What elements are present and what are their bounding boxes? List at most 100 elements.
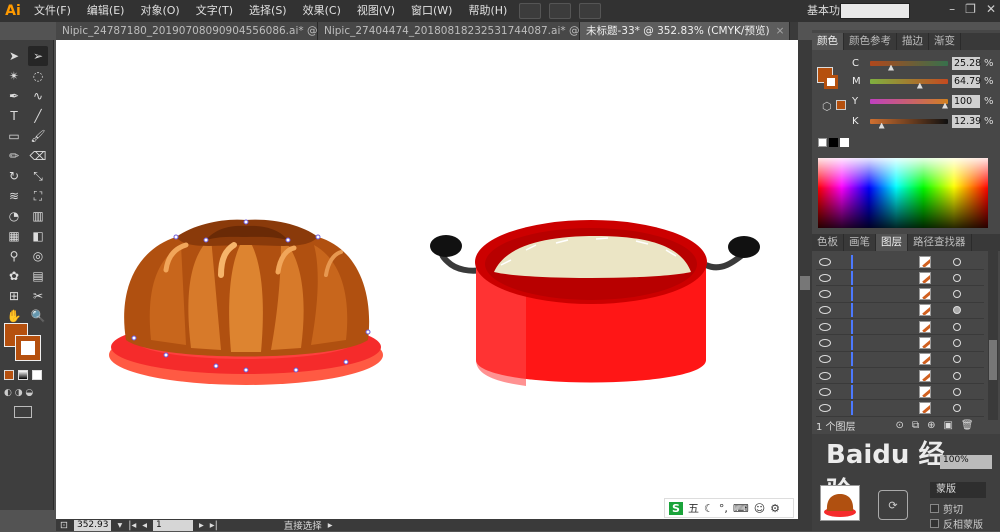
stroke-swatch[interactable] xyxy=(15,335,41,361)
status-menu-icon[interactable]: ▸ xyxy=(328,520,333,531)
first-page-icon[interactable]: |◂ xyxy=(128,520,136,531)
layer-row[interactable] xyxy=(816,352,984,368)
visibility-eye-icon[interactable] xyxy=(819,404,831,413)
artboard-canvas[interactable]: S 五 ☾ °, ⌨ ☺ ⚙ xyxy=(56,40,798,520)
layer-row[interactable] xyxy=(816,254,984,270)
gpu-icon[interactable] xyxy=(579,3,602,19)
mask-thumbnail[interactable] xyxy=(820,485,860,521)
scale-tool-icon[interactable]: ⤡ xyxy=(28,166,48,186)
target-circle-icon[interactable] xyxy=(953,355,961,364)
tab-close-icon[interactable]: × xyxy=(776,22,785,40)
gradient-mode-icon[interactable] xyxy=(18,370,28,380)
color-stroke-swatch[interactable] xyxy=(824,75,838,89)
target-circle-icon[interactable] xyxy=(953,339,961,347)
menu-select[interactable]: 选择(S) xyxy=(241,0,295,22)
menu-file[interactable]: 文件(F) xyxy=(26,0,79,22)
magic-wand-icon[interactable]: ✴ xyxy=(4,66,24,86)
target-circle-icon[interactable] xyxy=(953,371,961,380)
eyedropper-icon[interactable]: ⚲ xyxy=(4,246,24,266)
scrollbar-thumb[interactable] xyxy=(800,276,810,290)
column-graph-icon[interactable]: ▤ xyxy=(28,266,48,286)
visibility-eye-icon[interactable] xyxy=(819,355,831,364)
punctuation-icon[interactable]: °, xyxy=(719,502,728,515)
rectangle-tool-icon[interactable]: ▭ xyxy=(4,126,24,146)
gamut-color-chip[interactable] xyxy=(836,100,846,110)
mesh-tool-icon[interactable]: ▦ xyxy=(4,226,24,246)
tab-gradient[interactable]: 渐变 xyxy=(929,33,961,50)
slider-k[interactable]: K 12.39 % xyxy=(852,114,997,129)
menu-effect[interactable]: 效果(C) xyxy=(295,0,349,22)
prev-page-icon[interactable]: ◂ xyxy=(142,520,147,531)
tab-brushes[interactable]: 画笔 xyxy=(844,234,876,251)
target-circle-icon[interactable] xyxy=(953,273,961,282)
target-circle-icon[interactable] xyxy=(953,322,961,331)
blend-tool-icon[interactable]: ◎ xyxy=(28,246,48,266)
visibility-eye-icon[interactable] xyxy=(819,257,831,266)
none-swatch[interactable] xyxy=(818,138,827,147)
tab-layers[interactable]: 图层 xyxy=(876,234,908,251)
visibility-eye-icon[interactable] xyxy=(819,290,831,299)
rotate-tool-icon[interactable]: ↻ xyxy=(4,166,24,186)
layers-scrollbar[interactable] xyxy=(988,250,998,420)
menu-help[interactable]: 帮助(H) xyxy=(460,0,515,22)
direct-selection-tool-icon[interactable]: ➢ xyxy=(28,46,48,66)
slider-track[interactable] xyxy=(870,118,948,129)
tab-stroke[interactable]: 描边 xyxy=(897,33,929,50)
minimize-button[interactable]: – xyxy=(949,2,955,16)
next-page-icon[interactable]: ▸ xyxy=(199,520,204,531)
ime-toolbar[interactable]: S 五 ☾ °, ⌨ ☺ ⚙ xyxy=(664,498,794,518)
slider-value[interactable]: 12.39 xyxy=(952,114,981,128)
restore-button[interactable]: ❐ xyxy=(965,2,976,16)
slider-thumb[interactable] xyxy=(888,64,894,71)
free-transform-icon[interactable]: ⛶ xyxy=(28,186,48,206)
new-layer-icon[interactable]: ▣ xyxy=(943,420,952,431)
chart-tool-icon[interactable]: ▥ xyxy=(28,206,48,226)
opacity-field[interactable]: 100% xyxy=(940,455,992,469)
visibility-eye-icon[interactable] xyxy=(819,339,831,347)
make-mask-icon[interactable]: ⟳ xyxy=(878,490,908,520)
moon-icon[interactable]: ☾ xyxy=(704,502,714,515)
delete-layer-icon[interactable]: 🗑 xyxy=(961,420,974,431)
user-icon[interactable]: ☺ xyxy=(754,502,765,515)
zoom-field[interactable]: 352.93 xyxy=(73,519,112,531)
vertical-scrollbar[interactable] xyxy=(798,40,812,531)
layer-row[interactable] xyxy=(816,270,984,287)
menu-edit[interactable]: 编辑(E) xyxy=(79,0,133,22)
invert-mask-checkbox[interactable] xyxy=(930,519,939,528)
tab-document-1[interactable]: Nipic_24787180_20190708090904556086.ai* … xyxy=(56,22,318,40)
page-field[interactable]: 1 xyxy=(153,519,194,531)
slider-track[interactable] xyxy=(870,98,948,109)
last-page-icon[interactable]: ▸| xyxy=(210,520,218,531)
lasso-icon[interactable]: ◌ xyxy=(28,66,48,86)
visibility-eye-icon[interactable] xyxy=(819,371,831,380)
paintbrush-icon[interactable]: 🖌 xyxy=(28,126,48,146)
visibility-eye-icon[interactable] xyxy=(819,322,831,331)
layer-row[interactable] xyxy=(816,384,984,401)
target-circle-icon[interactable] xyxy=(953,257,961,266)
slider-track[interactable] xyxy=(870,60,948,71)
slider-thumb[interactable] xyxy=(878,122,885,129)
zoom-dropdown-icon[interactable]: ▾ xyxy=(117,520,122,531)
clip-checkbox[interactable] xyxy=(930,504,939,513)
artboard-tool-icon[interactable]: ⊞ xyxy=(4,286,24,306)
search-input[interactable] xyxy=(840,3,910,19)
tab-pathfinder[interactable]: 路径查找器 xyxy=(908,234,972,251)
gradient-tool-icon[interactable]: ◧ xyxy=(28,226,48,246)
menu-icon[interactable]: ⚙ xyxy=(770,502,780,515)
tab-document-2[interactable]: Nipic_27404474_20180818232531744087.ai* … xyxy=(318,22,580,40)
curvature-tool-icon[interactable]: ∿ xyxy=(28,86,48,106)
screen-mode-icon[interactable] xyxy=(14,406,32,418)
white-swatch[interactable] xyxy=(840,138,849,147)
menu-object[interactable]: 对象(O) xyxy=(132,0,187,22)
target-circle-icon[interactable] xyxy=(953,290,961,299)
slider-y[interactable]: Y 100 % xyxy=(852,94,997,109)
pen-tool-icon[interactable]: ✒ xyxy=(4,86,24,106)
symbol-sprayer-icon[interactable]: ✿ xyxy=(4,266,24,286)
slider-c[interactable]: C 25.28 % xyxy=(852,56,997,71)
draw-modes-icon[interactable]: ◐ ◑ ◒ xyxy=(4,388,40,398)
menu-type[interactable]: 文字(T) xyxy=(188,0,241,22)
pencil-icon[interactable]: ✏ xyxy=(4,146,24,166)
invert-mask-row[interactable]: 反相蒙版 xyxy=(930,516,983,531)
layer-row[interactable] xyxy=(816,401,984,417)
slider-thumb[interactable] xyxy=(916,82,923,89)
